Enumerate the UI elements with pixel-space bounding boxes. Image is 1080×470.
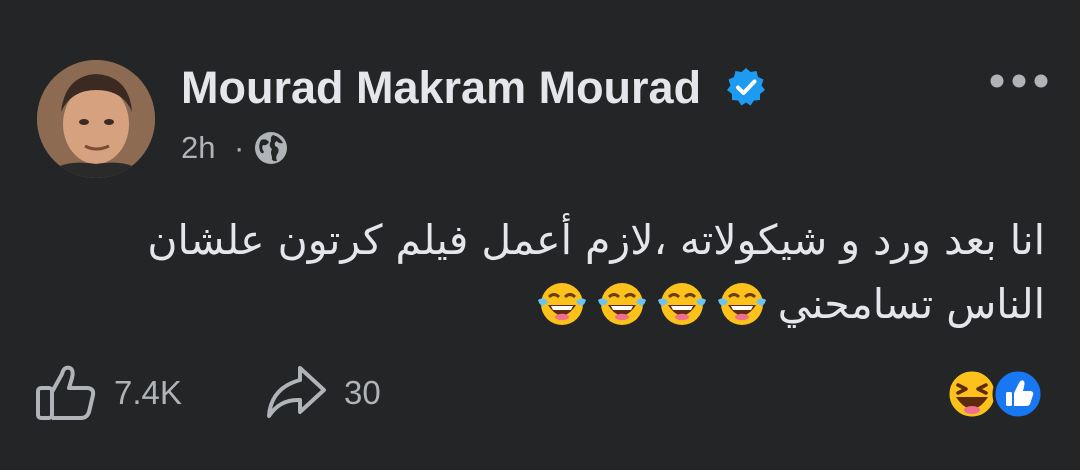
meta-separator: · [234, 130, 245, 165]
post-text: انا بعد ورد و شيكولاته ،لازم أعمل فيلم ك… [40, 208, 1045, 336]
verified-badge-icon [727, 68, 765, 106]
reactions-summary[interactable] [944, 367, 1048, 421]
like-reaction-icon [992, 368, 1044, 420]
share-button[interactable]: 30 [264, 362, 404, 422]
thumbs-up-icon [36, 365, 96, 420]
share-count: 30 [344, 374, 381, 411]
tears-of-joy-emoji-icon [597, 283, 646, 325]
tears-of-joy-emoji-group [536, 280, 772, 328]
globe-icon[interactable] [253, 130, 289, 166]
tears-of-joy-emoji-icon [537, 283, 586, 325]
more-options-icon[interactable] [988, 64, 1050, 98]
tears-of-joy-emoji-icon [657, 283, 706, 325]
like-button[interactable]: 7.4K [34, 362, 204, 422]
haha-reaction-icon [946, 368, 998, 420]
post-timestamp[interactable]: 2h [181, 130, 215, 166]
share-arrow-icon [267, 366, 326, 418]
author-name[interactable]: Mourad Makram Mourad [181, 62, 701, 114]
tears-of-joy-emoji-icon [717, 283, 766, 325]
like-count: 7.4K [114, 374, 182, 411]
post-card: Mourad Makram Mourad 2h · انا بعد ورد و … [0, 0, 1080, 470]
author-avatar[interactable] [37, 60, 155, 178]
